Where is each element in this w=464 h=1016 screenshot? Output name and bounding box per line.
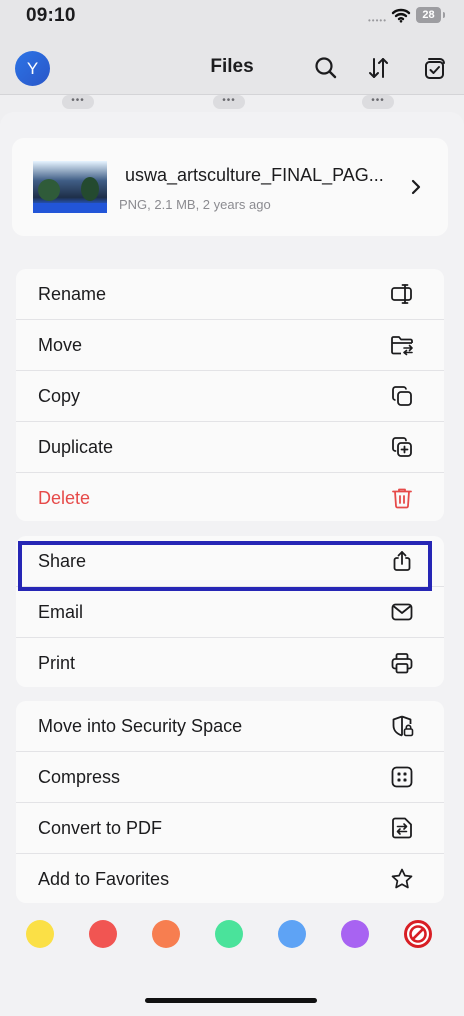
color-tag-red[interactable]: [89, 920, 117, 948]
rename-icon: [391, 284, 412, 304]
search-icon[interactable]: [313, 55, 339, 81]
duplicate-icon: [392, 437, 412, 457]
copy-icon: [392, 386, 412, 406]
duplicate-label: Duplicate: [38, 437, 114, 457]
wifi-icon: [391, 8, 411, 23]
convert-icon: [392, 817, 412, 839]
print-label: Print: [38, 653, 76, 673]
battery-tip: [443, 12, 445, 18]
color-tag-row: [0, 918, 464, 952]
thumbnail-tree: [81, 177, 99, 201]
battery-icon: 28: [416, 7, 446, 24]
move-label: Move: [38, 335, 83, 355]
share-button[interactable]: Share: [16, 536, 444, 587]
signal-dots-icon: •••••: [368, 16, 388, 25]
print-button[interactable]: Print: [16, 638, 444, 687]
home-indicator: [145, 998, 317, 1003]
email-label: Email: [38, 602, 84, 622]
print-icon: [391, 653, 413, 674]
nav-bar: Y Files: [0, 34, 464, 95]
email-button[interactable]: Email: [16, 587, 444, 638]
share-actions-group: Share Email Print: [16, 536, 444, 687]
more-icon: •••: [362, 95, 394, 109]
delete-button[interactable]: Delete: [16, 473, 444, 521]
share-label: Share: [38, 551, 87, 571]
file-info-card[interactable]: uswa_artsculture_FINAL_PAG... PNG, 2.1 M…: [12, 138, 448, 236]
color-tag-orange[interactable]: [152, 920, 180, 948]
color-tag-blue[interactable]: [278, 920, 306, 948]
compress-icon: [391, 766, 413, 788]
more-actions-group: Move into Security Space Compress Conver…: [16, 701, 444, 903]
add-to-favorites-button[interactable]: Add to Favorites: [16, 854, 444, 903]
thumbnail-tree: [38, 179, 60, 201]
security-space-button[interactable]: Move into Security Space: [16, 701, 444, 752]
file-actions-group: Rename Move Copy Duplicate Delete: [16, 269, 444, 521]
move-button[interactable]: Move: [16, 320, 444, 371]
sort-icon[interactable]: [366, 55, 392, 81]
more-icon: •••: [213, 95, 245, 109]
status-bar: 09:10 ••••• 28: [0, 0, 464, 34]
battery-level: 28: [416, 7, 441, 23]
security-space-label: Move into Security Space: [38, 716, 243, 736]
convert-to-pdf-button[interactable]: Convert to PDF: [16, 803, 444, 854]
rename-button[interactable]: Rename: [16, 269, 444, 320]
star-icon: [391, 868, 413, 889]
share-icon: [393, 551, 411, 571]
security-space-icon: [392, 715, 414, 737]
email-icon: [391, 603, 413, 621]
move-folder-icon: [391, 336, 413, 356]
thumbnail-ground: [33, 203, 107, 213]
color-tag-yellow[interactable]: [26, 920, 54, 948]
chevron-right-icon: [411, 179, 421, 195]
avatar[interactable]: Y: [15, 51, 50, 86]
status-time: 09:10: [26, 5, 76, 26]
file-thumbnail: [33, 161, 107, 213]
copy-label: Copy: [38, 386, 81, 406]
select-icon[interactable]: [421, 55, 447, 81]
copy-button[interactable]: Copy: [16, 371, 444, 422]
trash-icon: [392, 488, 412, 509]
compress-button[interactable]: Compress: [16, 752, 444, 803]
no-color-icon[interactable]: [404, 920, 432, 948]
color-tag-purple[interactable]: [341, 920, 369, 948]
compress-label: Compress: [38, 767, 121, 787]
add-to-favorites-label: Add to Favorites: [38, 869, 170, 889]
convert-to-pdf-label: Convert to PDF: [38, 818, 163, 838]
file-meta: PNG, 2.1 MB, 2 years ago: [119, 197, 271, 212]
color-tag-green[interactable]: [215, 920, 243, 948]
file-name: uswa_artsculture_FINAL_PAG...: [125, 165, 384, 185]
delete-label: Delete: [38, 488, 91, 508]
page-title: Files: [210, 56, 254, 77]
more-icon: •••: [62, 95, 94, 109]
duplicate-button[interactable]: Duplicate: [16, 422, 444, 473]
rename-label: Rename: [38, 284, 107, 304]
